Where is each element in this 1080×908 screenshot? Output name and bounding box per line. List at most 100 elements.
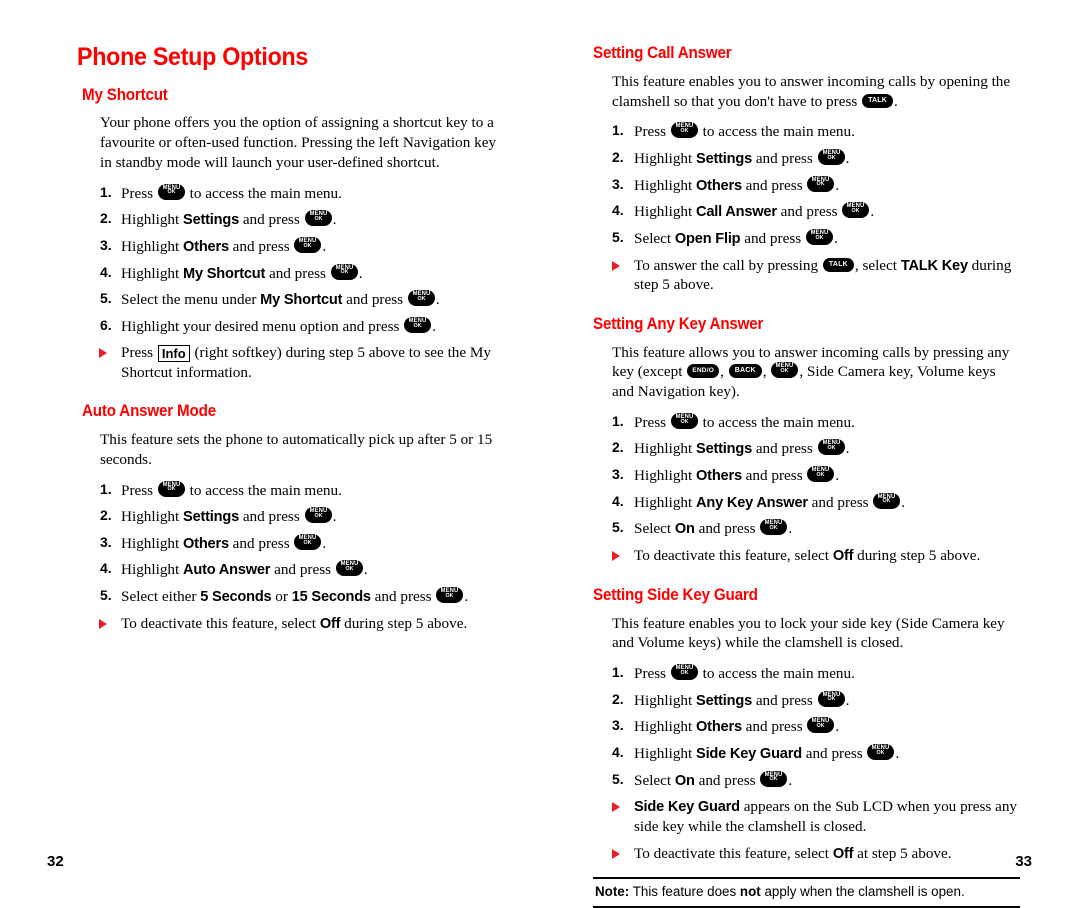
step-text-post: .: [363, 561, 368, 579]
step-item: 2. Highlight Settings and press MENU OK.: [55, 507, 500, 527]
step-text-mid: and press: [801, 745, 867, 763]
menu-ok-key-icon: MENU OK: [760, 770, 788, 787]
step-text-pre: Highlight: [634, 493, 697, 511]
step-text-mid: or: [271, 588, 292, 606]
step-item: 3. Highlight Others and press MENU OK.: [590, 175, 1020, 196]
ui-term: On: [674, 521, 695, 538]
step-text-mid: and press: [228, 237, 294, 255]
ui-term: Others: [183, 535, 229, 552]
menu-ok-key-icon: MENU OK: [157, 183, 185, 200]
step-item: 1. Press MENU OK to access the main menu.: [590, 122, 1020, 141]
step-number: 1.: [612, 412, 624, 429]
bullet-text-post: during step 5 above.: [853, 547, 981, 565]
ui-term: Settings: [183, 509, 240, 526]
step-text-pre: Select the menu under: [121, 291, 261, 309]
section-intro-auto-answer-mode: This feature sets the phone to automatic…: [100, 431, 493, 468]
ui-term: Call Answer: [696, 204, 777, 221]
step-text-post: .: [332, 508, 337, 526]
step-number: 3.: [612, 717, 624, 734]
step-text-pre: Highlight your desired menu option and p…: [121, 317, 404, 335]
bullet-item: To deactivate this feature, select Off d…: [590, 546, 1020, 566]
step-item: 1. Press MENU OK to access the main menu.: [590, 412, 1020, 432]
menu-ok-key-icon: MENU OK: [157, 480, 185, 497]
bullet-text-pre: To answer the call by pressing: [634, 256, 822, 274]
ui-term: Side Key Guard: [634, 799, 740, 816]
step-text-pre: Highlight: [121, 237, 184, 255]
menu-ok-key-icon: MENU OK: [817, 148, 845, 165]
step-text-post: .: [332, 211, 337, 229]
step-item: 2. Highlight Settings and press MENU OK.: [590, 439, 1020, 459]
menu-ok-key-icon: MENU OK: [807, 466, 835, 483]
ui-term: Any Key Answer: [696, 494, 808, 511]
step-text-pre: Press: [121, 184, 157, 202]
step-item: 3. Highlight Others and press MENU OK.: [590, 466, 1020, 486]
menu-ok-key-icon: MENU OK: [436, 587, 464, 604]
step-item: 2. Highlight Settings and press MENU OK.: [55, 210, 500, 230]
step-text-mid: and press: [741, 176, 807, 194]
step-text-pre: Highlight: [634, 467, 697, 485]
ui-term: Side Key Guard: [696, 746, 802, 763]
step-text-mid: and press: [239, 508, 304, 526]
ui-term: Off: [832, 845, 854, 862]
step-text-post: .: [835, 467, 840, 485]
step-text-post: .: [322, 237, 327, 255]
step-text-post: .: [845, 440, 850, 458]
step-text-post: to access the main menu.: [698, 665, 855, 683]
step-item: 4. Highlight My Shortcut and press MENU O…: [55, 263, 500, 284]
step-text-pre: Highlight: [634, 718, 697, 736]
steps-my-shortcut: 1. Press MENU OK to access the main menu.…: [55, 183, 500, 337]
step-text-post: .: [788, 520, 793, 538]
step-number: 5.: [612, 228, 624, 245]
step-text-post: .: [901, 493, 906, 511]
section-intro-setting-call-answer: This feature enables you to answer incom…: [590, 72, 1020, 112]
step-text-pre: Highlight: [634, 203, 697, 221]
manual-spread: Phone Setup Options My Shortcut Your pho…: [0, 0, 1080, 908]
comma-sep: ,: [720, 363, 728, 381]
section-heading-my-shortcut: My Shortcut: [82, 85, 168, 104]
step-text-mid: and press: [740, 229, 805, 247]
right-page: Setting Call Answer This feature enables…: [540, 0, 1080, 908]
step-item: 4. Highlight Call Answer and press MENU O…: [590, 202, 1020, 222]
step-text-mid: and press: [741, 467, 807, 485]
menu-ok-key-icon: MENU OK: [873, 492, 901, 509]
menu-ok-key-icon: MENU OK: [760, 519, 788, 536]
section-intro-my-shortcut: Your phone offers you the option of assi…: [100, 114, 497, 171]
step-item: 5. Select either 5 Seconds or 15 Seconds…: [55, 587, 500, 607]
step-number: 4.: [612, 202, 624, 219]
step-item: 4. Highlight Side Key Guard and press ME…: [590, 744, 1020, 764]
bullet-text-pre: To deactivate this feature, select: [634, 844, 833, 862]
note-text: Note: This feature does not apply when t…: [593, 879, 1020, 906]
step-number: 3.: [612, 175, 624, 192]
step-text-pre: Highlight: [634, 745, 697, 763]
step-text-pre: Press: [634, 123, 670, 141]
ui-term: My Shortcut: [183, 265, 266, 282]
step-text-pre: Press: [634, 665, 670, 683]
back-key-icon: BACK: [728, 364, 762, 379]
menu-ok-key-icon: MENU OK: [670, 122, 698, 139]
page-title: Phone Setup Options: [77, 43, 309, 71]
menu-ok-key-icon: MENU OK: [817, 690, 845, 707]
triangle-bullet-icon: [99, 348, 107, 359]
ui-term: On: [674, 772, 695, 789]
menu-ok-key-icon: MENU OK: [404, 316, 432, 333]
step-text-post: .: [464, 588, 469, 606]
step-text-post: to access the main menu.: [185, 184, 342, 202]
bullet-text-pre: Press: [121, 344, 157, 362]
step-text-mid: and press: [752, 440, 817, 458]
step-item: 6. Highlight your desired menu option an…: [55, 316, 500, 336]
step-text-pre: Highlight: [121, 211, 184, 229]
step-item: 3. Highlight Others and press MENU OK.: [55, 533, 500, 554]
bullet-text-mid: , select: [854, 256, 901, 274]
menu-ok-key-icon: MENU OK: [670, 412, 698, 429]
step-text-post: to access the main menu.: [698, 413, 855, 431]
step-text-post: .: [845, 149, 850, 167]
step-item: 1. Press MENU OK to access the main menu.: [55, 183, 500, 203]
menu-ok-key-icon: MENU OK: [294, 236, 322, 253]
step-number: 1.: [100, 480, 112, 497]
section-intro-setting-side-key-guard: This feature enables you to lock your si…: [612, 614, 1005, 652]
note-label: Note:: [595, 884, 630, 900]
step-text-pre: Select: [634, 229, 675, 247]
section-heading-auto-answer-mode: Auto Answer Mode: [82, 402, 216, 421]
step-text-mid: and press: [807, 493, 873, 511]
ui-term: Open Flip: [674, 230, 741, 247]
